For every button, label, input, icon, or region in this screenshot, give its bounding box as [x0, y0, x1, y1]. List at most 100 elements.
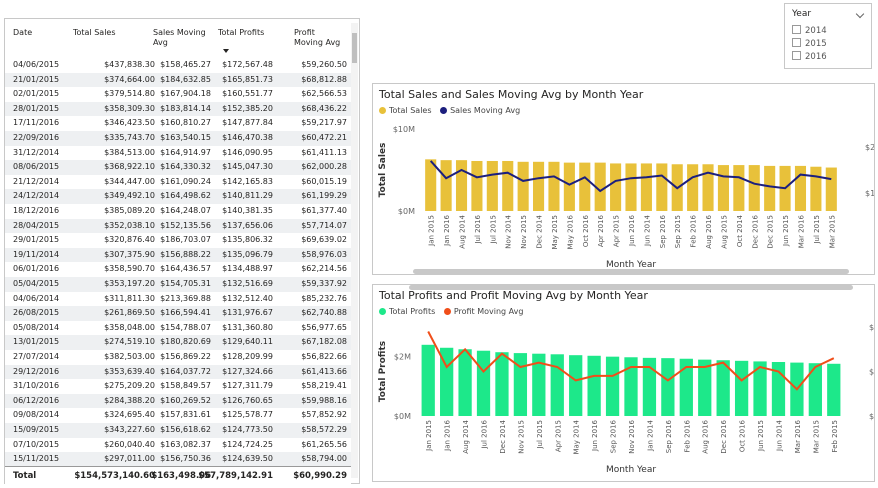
table-row[interactable]: 04/06/2014 $311,811.30 $213,369.88 $132,512…	[5, 292, 351, 307]
cell-total-profits: $124,724.25	[222, 439, 273, 449]
x-tick-label: Feb 2016	[683, 419, 691, 452]
cell-total-sales: $382,503.00	[104, 352, 155, 361]
bar	[748, 165, 760, 211]
bar	[458, 349, 472, 416]
table-header: Date Total Sales Sales Moving Avg Total P…	[5, 19, 351, 57]
col-header-total-profits[interactable]: Total Profits	[218, 28, 264, 38]
cell-sales-ma: $164,436.57	[160, 264, 211, 274]
table-row[interactable]: 13/01/2015 $274,519.10 $180,820.69 $129,640…	[5, 335, 351, 350]
y2-tick-label: $150K	[865, 189, 874, 198]
cell-total-sales: $353,639.40	[104, 366, 155, 376]
bar	[550, 354, 564, 416]
table-row[interactable]: 18/12/2016 $385,089.20 $164,248.07 $140,381…	[5, 204, 351, 219]
slicer-title: Year	[792, 9, 812, 19]
cell-profit-ma: $62,214.56	[301, 264, 347, 274]
x-tick-label: Jan 2015	[428, 215, 436, 247]
x-tick-label: Aug 2015	[720, 215, 728, 249]
profits-chart-svg: Total Profits $0M $2M $50K $60K $70K Jan 2015 J…	[378, 285, 874, 475]
scrollbar-thumb[interactable]	[352, 33, 357, 63]
table-scrollbar[interactable]	[351, 23, 358, 478]
cell-date: 02/01/2015	[13, 89, 60, 99]
bar	[610, 163, 622, 211]
slicer-option-2016[interactable]: 2016	[792, 51, 827, 62]
cell-date: 04/06/2015	[13, 60, 60, 69]
cell-date: 21/01/2015	[13, 74, 60, 84]
table-row[interactable]: 04/06/2015 $437,838.30 $158,465.27 $172,567…	[5, 58, 351, 73]
x-tick-label: Mar 2015	[828, 215, 836, 248]
cell-profit-ma: $68,812.88	[301, 74, 347, 84]
slicer-option-2015[interactable]: 2015	[792, 38, 827, 49]
table-row[interactable]: 15/11/2015 $297,011.00 $156,750.36 $124,639…	[5, 452, 351, 466]
cell-sales-ma: $164,248.07	[160, 206, 211, 215]
table-row[interactable]: 27/07/2014 $382,503.00 $156,869.22 $128,209…	[5, 350, 351, 365]
cell-date: 05/04/2015	[13, 279, 60, 288]
table-row[interactable]: 07/10/2015 $260,040.40 $163,082.37 $124,724…	[5, 438, 351, 453]
table-row[interactable]: 02/01/2015 $379,514.80 $167,904.18 $160,551…	[5, 87, 351, 102]
cell-sales-ma: $160,810.27	[160, 118, 211, 128]
table-row[interactable]: 06/12/2016 $284,388.20 $160,269.52 $126,760…	[5, 393, 351, 409]
col-header-date[interactable]: Date	[13, 28, 32, 38]
x-tick-label: Nov 2015	[520, 215, 528, 249]
table-row[interactable]: 31/10/2016 $275,209.20 $158,849.57 $127,311…	[5, 379, 351, 394]
cell-sales-ma: $167,904.18	[160, 89, 211, 99]
x-tick-label: Apr 2016	[597, 214, 605, 247]
checkbox-icon[interactable]	[792, 25, 801, 34]
bar	[486, 160, 498, 211]
bar	[764, 165, 776, 211]
table-row[interactable]: 28/04/2015 $352,038.10 $152,135.56 $137,656…	[5, 218, 351, 234]
table-row[interactable]: 19/11/2014 $307,375.90 $156,888.22 $135,096…	[5, 247, 351, 263]
table-row[interactable]: 06/01/2016 $358,590.70 $164,436.57 $134,488…	[5, 262, 351, 277]
slicer-option-2014[interactable]: 2014	[792, 25, 827, 36]
bar	[517, 161, 529, 211]
cell-date: 24/12/2014	[13, 191, 60, 201]
bar	[587, 355, 601, 416]
table-row[interactable]: 05/04/2015 $353,197.20 $154,705.31 $132,516…	[5, 277, 351, 292]
table-row[interactable]: 21/12/2014 $344,447.00 $161,090.24 $142,165…	[5, 175, 351, 190]
col-header-profit-moving-avg[interactable]: Profit Moving Avg	[294, 28, 340, 48]
cell-profit-ma: $59,260.50	[301, 60, 347, 69]
cell-sales-ma: $160,269.52	[160, 395, 211, 405]
table-row[interactable]: 26/08/2015 $261,869.50 $166,594.41 $131,976…	[5, 306, 351, 321]
table-row[interactable]: 05/08/2014 $358,048.00 $154,788.07 $131,360…	[5, 321, 351, 336]
x-tick-label: Apr 2015	[554, 420, 562, 452]
cell-date: 15/11/2015	[13, 454, 60, 464]
table-row[interactable]: 29/12/2016 $353,639.40 $164,037.72 $127,324…	[5, 364, 351, 380]
table-row[interactable]: 29/01/2015 $320,876.40 $186,703.07 $135,806…	[5, 233, 351, 248]
col-header-total-sales[interactable]: Total Sales	[73, 28, 116, 38]
cell-total-profits: $125,578.77	[222, 410, 273, 420]
cell-total-profits: $126,760.65	[222, 395, 273, 405]
table-row[interactable]: 21/01/2015 $374,664.00 $184,632.85 $165,851…	[5, 72, 351, 88]
table-row[interactable]: 15/09/2015 $343,227.60 $156,618.62 $124,773…	[5, 423, 351, 438]
bar	[502, 160, 514, 211]
sort-descending-icon[interactable]	[223, 49, 229, 53]
table-row[interactable]: 17/11/2016 $346,423.50 $160,810.27 $147,877…	[5, 116, 351, 131]
table-row[interactable]: 28/01/2015 $358,309.30 $183,814.14 $152,385…	[5, 101, 351, 117]
table-row[interactable]: 24/12/2014 $349,492.10 $164,498.62 $140,811…	[5, 189, 351, 204]
col-header-sales-moving-avg[interactable]: Sales Moving Avg	[153, 28, 206, 48]
table-row[interactable]: 08/06/2015 $368,922.10 $164,330.32 $145,047…	[5, 160, 351, 175]
table-row[interactable]: 22/09/2016 $335,743.70 $163,540.15 $146,470…	[5, 131, 351, 146]
cell-total-sales: $335,743.70	[104, 133, 155, 142]
cell-total-profits: $135,096.79	[222, 249, 273, 259]
x-tick-label: Jul 2015	[536, 420, 544, 450]
table-row[interactable]: 31/12/2014 $384,513.00 $164,914.97 $146,090…	[5, 146, 351, 161]
checkbox-icon[interactable]	[792, 38, 801, 47]
cell-total-profits: $124,773.50	[222, 425, 273, 434]
chart-scrollbar	[413, 269, 849, 274]
cell-total-sales: $358,590.70	[104, 264, 155, 274]
chevron-down-icon[interactable]	[855, 9, 865, 19]
cell-date: 29/12/2016	[13, 366, 60, 376]
total-sales-value: $154,573,140.60	[74, 471, 155, 481]
cell-profit-ma: $85,232.76	[301, 293, 347, 303]
table-row[interactable]: 09/08/2014 $324,695.40 $157,831.61 $125,578…	[5, 408, 351, 423]
bar	[605, 356, 620, 416]
cell-total-profits: $146,470.38	[222, 133, 273, 142]
sales-chart-panel: Total Sales and Sales Moving Avg by Mont…	[372, 83, 875, 275]
cell-profit-ma: $61,411.13	[301, 147, 347, 157]
cell-sales-ma: $156,869.22	[160, 352, 211, 361]
cell-total-sales: $260,040.40	[104, 439, 155, 449]
cell-date: 19/11/2014	[13, 249, 60, 259]
cell-total-profits: $172,567.48	[222, 60, 273, 69]
checkbox-icon[interactable]	[792, 51, 801, 60]
cell-sales-ma: $157,831.61	[160, 410, 211, 420]
